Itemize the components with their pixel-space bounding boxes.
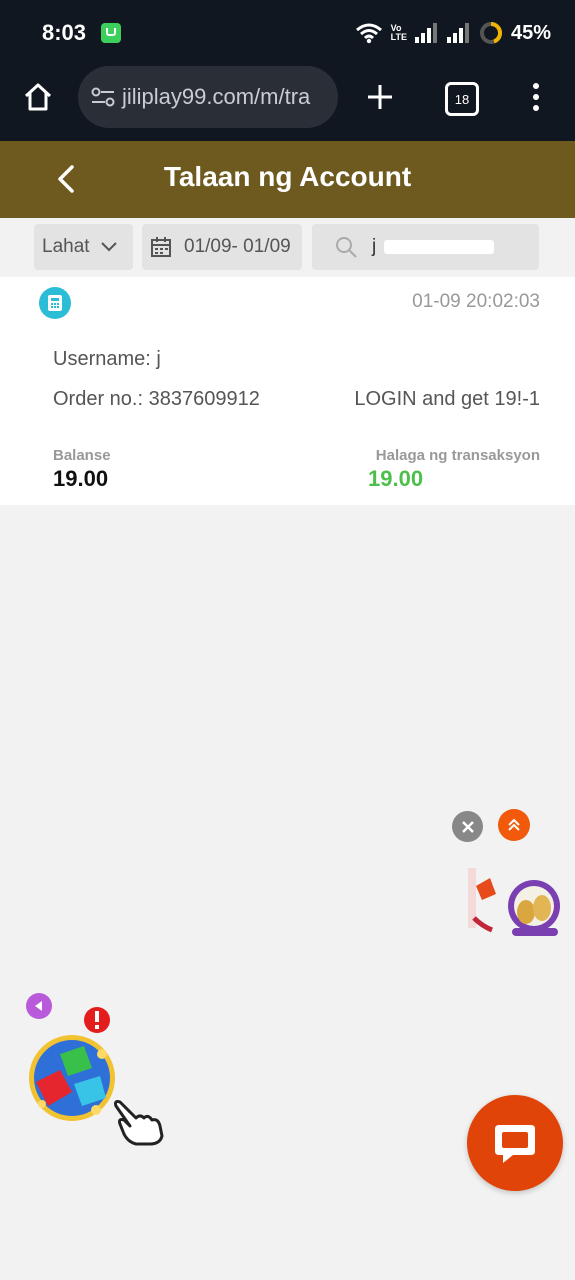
wifi-icon [355, 23, 382, 44]
live-chat-button[interactable] [467, 1095, 563, 1191]
close-icon [461, 820, 474, 833]
volte-icon: Vo LTE [391, 24, 407, 42]
signal-icon-2 [446, 23, 469, 43]
status-indicators: Vo LTE 45% [355, 18, 551, 48]
record-order-number: Order no.: 3837609912 [53, 388, 260, 410]
type-filter-label: Lahat [42, 236, 90, 257]
record-description: LOGIN and get 19!-1 [354, 388, 540, 410]
exclamation-icon [95, 1011, 99, 1029]
page-title: Talaan ng Account [163, 161, 412, 192]
record-username: Username: j [53, 348, 161, 370]
dice-game-icon [29, 1035, 115, 1121]
calendar-icon [151, 237, 171, 257]
alert-badge [84, 1007, 110, 1033]
triangle-left-icon [35, 1001, 42, 1011]
signal-icon-1 [414, 23, 437, 43]
new-tab-icon[interactable] [366, 83, 394, 111]
dice-game-widget[interactable] [26, 1032, 118, 1124]
promo-graphic [468, 868, 560, 936]
collapse-widget-button[interactable] [26, 993, 52, 1019]
status-time: 8:03 [42, 20, 87, 45]
chevron-down-icon [100, 242, 117, 252]
app-notification-icon [101, 23, 121, 43]
redaction-mark [384, 240, 494, 254]
receipt-icon [39, 287, 71, 319]
pointing-hand-cursor [110, 1098, 166, 1148]
transaction-record[interactable]: 01-09 20:02:03 Username: j Order no.: 38… [0, 277, 575, 505]
date-range-picker[interactable]: 01/09- 01/09 [142, 224, 302, 270]
double-chevron-up-icon [508, 818, 520, 831]
browser-toolbar: jiliplay99.com/m/tra 18 [0, 66, 575, 141]
chat-bubble-icon [495, 1125, 535, 1163]
page-header: Talaan ng Account [0, 141, 575, 218]
balance-label: Balanse [53, 447, 111, 464]
amount-value: 19.00 [368, 466, 424, 491]
search-icon [336, 237, 357, 258]
hand-pointer-icon [114, 1100, 164, 1146]
search-value: j [372, 236, 377, 257]
status-bar: 8:03 Vo LTE 45% [0, 0, 575, 66]
amount-label: Halaga ng transaksyon [375, 447, 540, 464]
promo-banner-image[interactable] [468, 868, 560, 940]
site-settings-icon[interactable] [90, 86, 116, 108]
tab-switcher-button[interactable]: 18 [445, 82, 479, 116]
filter-bar: Lahat 01/09- 01/09 j [0, 218, 575, 276]
promo-close-button[interactable] [452, 811, 483, 842]
url-bar[interactable]: jiliplay99.com/m/tra [78, 66, 338, 128]
search-field[interactable]: j [312, 224, 539, 270]
record-timestamp: 01-09 20:02:03 [412, 291, 540, 312]
scroll-top-button[interactable] [498, 809, 530, 841]
battery-ring-icon [479, 21, 502, 44]
url-text: jiliplay99.com/m/tra [122, 84, 311, 109]
volte-bottom-label: LTE [390, 32, 407, 42]
balance-value: 19.00 [53, 466, 109, 491]
more-options-icon[interactable] [528, 81, 544, 113]
date-range-text: 01/09- 01/09 [184, 236, 291, 257]
type-filter-dropdown[interactable]: Lahat [34, 224, 133, 270]
home-icon[interactable] [22, 81, 54, 113]
battery-percent: 45% [510, 21, 551, 44]
